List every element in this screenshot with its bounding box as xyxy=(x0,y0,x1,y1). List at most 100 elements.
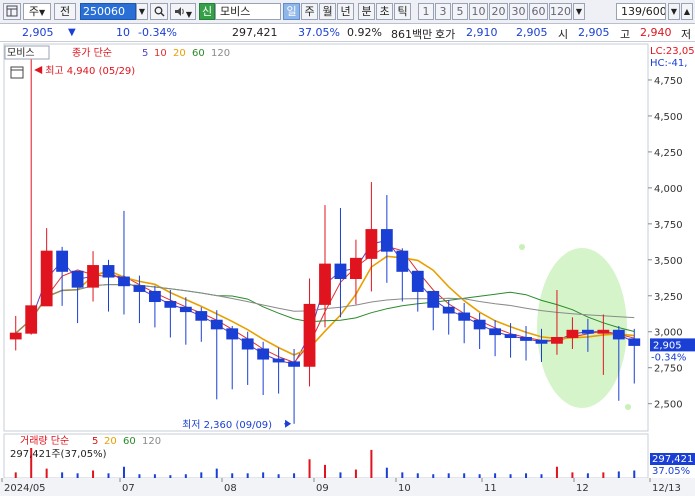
mode-button[interactable]: 전 xyxy=(54,3,76,20)
candle-body xyxy=(25,305,38,334)
candle-body xyxy=(272,358,285,363)
price-bar: 2,905 ▼ 10 -0.34% 297,421 37.05% 0.92% 8… xyxy=(0,24,695,42)
candle-body xyxy=(334,263,347,280)
market-label: 주 xyxy=(28,5,39,18)
current-price-label: 2,905 xyxy=(653,340,682,351)
tab-second[interactable]: 초 xyxy=(376,3,393,20)
volume-bar xyxy=(571,472,574,478)
current-pct-label: -0.34% xyxy=(651,352,686,363)
stock-chart[interactable]: 거래량 단순 5 20 60 120 297,421주(37,05%) 297,42137.… xyxy=(0,42,695,496)
legend-ma-label: 종가 단순 xyxy=(72,47,112,59)
legend-name: 모비스 xyxy=(7,47,35,59)
change-value: 10 xyxy=(116,26,130,39)
speaker-icon[interactable]: ▼ xyxy=(170,3,196,20)
volume-bar xyxy=(602,472,605,478)
x-tick-label: 12 xyxy=(576,483,589,494)
tab-year[interactable]: 년 xyxy=(337,3,354,20)
toolbar: 주▼ 전 250060 ▼ ▼ 신 모비스 일 주 월 년 분 초 틱 1 3 … xyxy=(0,0,695,24)
volume-bar xyxy=(494,473,497,478)
interval-5[interactable]: 5 xyxy=(452,3,468,20)
count-total: /600 xyxy=(642,5,666,18)
candle-body xyxy=(118,276,130,287)
legend-ma-5: 5 xyxy=(142,48,148,59)
x-tick-label: 12/13 xyxy=(652,483,681,494)
high-value: 2,940 xyxy=(640,26,672,39)
legend-ma-60: 60 xyxy=(192,48,205,59)
candle-body xyxy=(504,334,517,338)
interval-1[interactable]: 1 xyxy=(418,3,434,20)
volume-bar xyxy=(293,473,296,478)
volume-bar xyxy=(385,467,388,478)
candle-body xyxy=(56,250,69,272)
volume-bar xyxy=(14,472,17,478)
volume-bar xyxy=(463,473,466,478)
count-field[interactable]: 139/600 xyxy=(616,3,666,20)
interval-60[interactable]: 60 xyxy=(529,3,548,20)
x-tick-label: 08 xyxy=(224,483,237,494)
count-value: 139 xyxy=(621,5,642,18)
volume-ma-120: 120 xyxy=(142,436,161,447)
count-up-icon[interactable]: ▲ xyxy=(681,3,693,20)
max-price-label: 최고 4,940 (05/29) xyxy=(45,65,135,77)
chevron-down-icon: ▼ xyxy=(38,8,46,17)
volume-ma-60: 60 xyxy=(123,436,136,447)
calendar-icon-frame xyxy=(10,66,24,79)
candle-body xyxy=(319,263,331,305)
tab-minute[interactable]: 분 xyxy=(358,3,375,20)
market-select[interactable]: 주▼ xyxy=(23,3,51,20)
volume-bar xyxy=(45,468,48,478)
volume-bar xyxy=(200,472,203,478)
interval-20[interactable]: 20 xyxy=(489,3,508,20)
chevron-down-icon[interactable]: ▼ xyxy=(573,3,585,20)
x-tick-label: 10 xyxy=(398,483,411,494)
magnifier-icon[interactable] xyxy=(150,3,168,20)
window-icon[interactable] xyxy=(3,3,21,20)
volume-bar xyxy=(540,474,543,478)
volume-ma-5: 5 xyxy=(92,436,98,447)
tab-day[interactable]: 일 xyxy=(283,3,300,20)
candle-body xyxy=(566,329,579,338)
x-axis-band xyxy=(0,478,695,496)
tab-month[interactable]: 월 xyxy=(319,3,336,20)
volume-legend-label: 거래량 단순 xyxy=(20,435,69,447)
volume-bar xyxy=(432,474,435,478)
volume-right-pct: 37.05% xyxy=(652,466,690,477)
trade-amount: 861백만 xyxy=(391,28,433,41)
tab-week[interactable]: 주 xyxy=(301,3,318,20)
highlight-dot xyxy=(625,404,631,410)
interval-3[interactable]: 3 xyxy=(435,3,451,20)
candle-body xyxy=(520,336,532,341)
current-price: 2,905 xyxy=(22,26,54,39)
interval-10[interactable]: 10 xyxy=(469,3,488,20)
volume-bar xyxy=(633,470,636,478)
candle-body xyxy=(427,290,440,308)
count-down-icon[interactable]: ▼ xyxy=(668,3,680,20)
candle-body xyxy=(581,329,594,334)
candle-body xyxy=(473,319,486,330)
high-label: 고 xyxy=(620,28,631,41)
candle-body xyxy=(458,312,471,321)
candle-body xyxy=(195,311,208,321)
interval-120[interactable]: 120 xyxy=(549,3,572,20)
calendar-icon xyxy=(10,66,24,79)
tab-tick[interactable]: 틱 xyxy=(394,3,411,20)
y-tick-label: 3,000 xyxy=(654,328,683,339)
candle-body xyxy=(226,328,239,340)
volume-bar xyxy=(308,459,311,478)
code-dropdown-icon[interactable]: ▼ xyxy=(136,3,148,20)
x-tick-label: 09 xyxy=(316,483,329,494)
candle-body xyxy=(396,250,409,272)
volume-bar xyxy=(354,469,357,478)
candle-body xyxy=(241,338,254,350)
min-price-label: 최저 2,360 (09/09) xyxy=(182,419,272,431)
y-tick-label: 3,500 xyxy=(654,256,683,267)
legend-ma-10: 10 xyxy=(154,48,167,59)
volume-bar xyxy=(138,474,141,478)
x-tick-label: 11 xyxy=(484,483,497,494)
candle-body xyxy=(288,361,300,367)
volume-bar xyxy=(478,474,481,478)
volume-bar xyxy=(122,466,125,478)
interval-30[interactable]: 30 xyxy=(509,3,528,20)
volume-bar xyxy=(215,468,218,478)
code-input[interactable]: 250060 xyxy=(80,3,136,20)
